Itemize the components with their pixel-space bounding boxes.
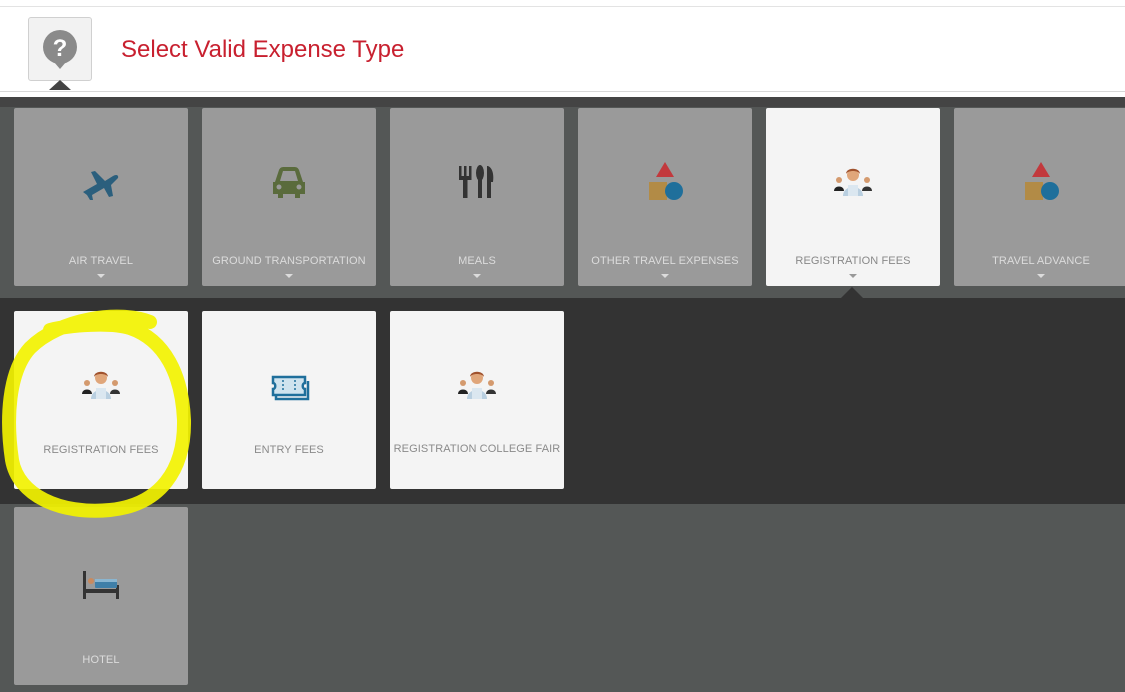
chevron-down-icon (285, 274, 293, 278)
category-label: TRAVEL ADVANCE (992, 255, 1090, 267)
chevron-down-icon (97, 274, 105, 278)
subtype-tile-registration-college-fair[interactable]: REGISTRATION COLLEGE FAIR (390, 311, 564, 489)
expense-type-panel: AIR TRAVEL GROUND TRANSPORTATION MEALS O… (0, 97, 1125, 692)
chevron-down-icon (1037, 274, 1045, 278)
subtype-panel: REGISTRATION FEES ENTRY FEES REGISTRATIO… (0, 298, 1125, 504)
subtype-tile-registration-fees[interactable]: REGISTRATION FEES (14, 311, 188, 489)
category-tile-meals[interactable]: MEALS (390, 108, 564, 286)
shapes-icon (1025, 162, 1059, 200)
airplane-icon (83, 171, 119, 200)
category-label: MEALS (458, 255, 496, 267)
subtype-label: REGISTRATION COLLEGE FAIR (393, 443, 561, 455)
category-tile-hotel[interactable]: HOTEL (14, 507, 188, 685)
category-label: AIR TRAVEL (68, 255, 134, 267)
people-icon (834, 168, 872, 196)
help-button[interactable]: ? (28, 17, 92, 81)
help-pointer (49, 80, 71, 90)
fork-knife-icon (459, 165, 494, 198)
subtype-tile-entry-fees[interactable]: ENTRY FEES (202, 311, 376, 489)
category-tile-air-travel[interactable]: AIR TRAVEL (14, 108, 188, 286)
category-label: HOTEL (82, 654, 120, 666)
category-label: REGISTRATION FEES (795, 255, 911, 267)
subtype-label: REGISTRATION FEES (43, 444, 159, 456)
shapes-icon (649, 162, 683, 200)
subtype-label: ENTRY FEES (254, 444, 324, 456)
panel-topbar (0, 97, 1125, 107)
selection-pointer (841, 287, 863, 298)
page-title: Select Valid Expense Type (121, 36, 405, 63)
category-tile-other-travel-expenses[interactable]: OTHER TRAVEL EXPENSES (578, 108, 752, 286)
category-tile-ground-transportation[interactable]: GROUND TRANSPORTATION (202, 108, 376, 286)
svg-text:?: ? (53, 35, 68, 62)
chevron-down-icon (473, 274, 481, 278)
people-icon (82, 371, 120, 399)
category-label: GROUND TRANSPORTATION (212, 255, 366, 267)
people-icon (458, 371, 496, 399)
category-tile-registration-fees[interactable]: REGISTRATION FEES (766, 108, 940, 286)
car-icon (273, 167, 305, 198)
header: ? Select Valid Expense Type (0, 7, 1125, 92)
bed-icon (83, 571, 119, 599)
category-label: OTHER TRAVEL EXPENSES (591, 255, 739, 267)
ticket-icon (271, 375, 310, 401)
chevron-down-icon (661, 274, 669, 278)
chevron-down-icon (849, 274, 857, 278)
question-circle-icon: ? (43, 30, 77, 69)
category-tile-travel-advance[interactable]: TRAVEL ADVANCE (954, 108, 1125, 286)
